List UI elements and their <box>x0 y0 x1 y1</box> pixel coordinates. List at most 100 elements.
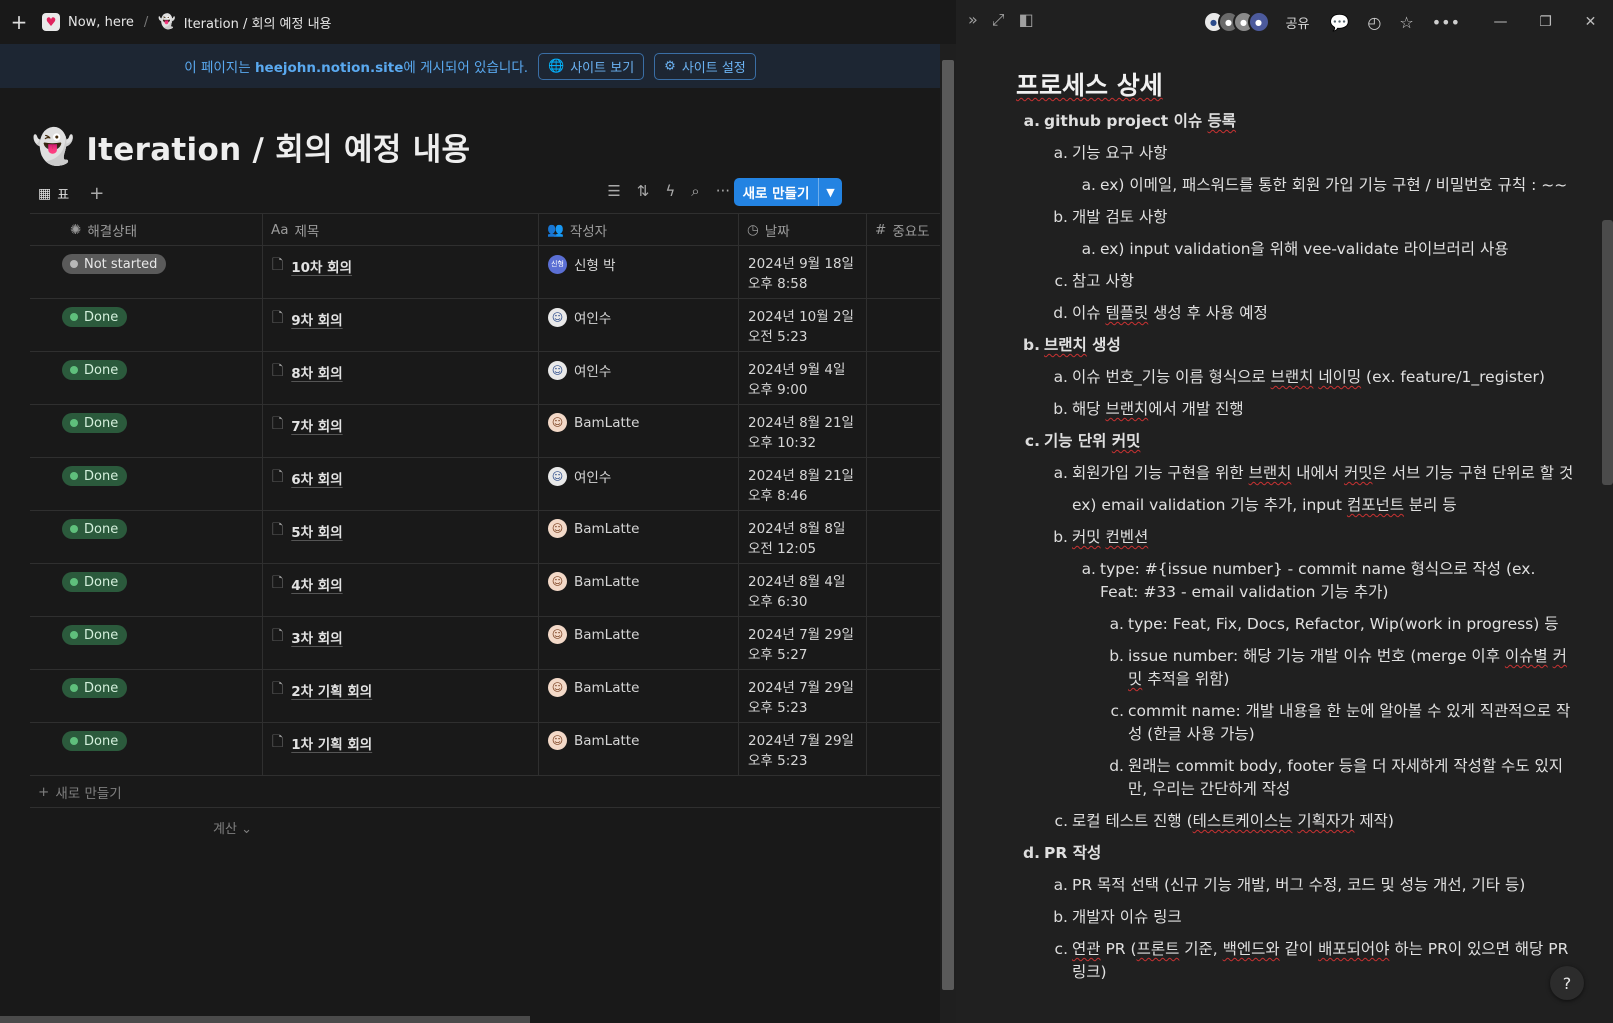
column-status[interactable]: ✺ 해결상태 <box>30 214 263 245</box>
table-row[interactable]: Done 🗋 5차 회의 ☺ BamLatte 2024년 8월 8일 오전 12:05 <box>30 511 940 564</box>
side-peek-icon[interactable]: ◧ <box>1019 10 1034 30</box>
author-cell[interactable]: ☺ BamLatte <box>539 670 739 722</box>
column-title[interactable]: Aa 제목 <box>263 214 539 245</box>
star-icon[interactable]: ☆ <box>1399 13 1413 32</box>
column-priority[interactable]: # 중요도 <box>867 214 940 245</box>
list-item[interactable]: ex) email validation 기능 추가, input 컴포넌트 분… <box>1016 494 1576 517</box>
row-title[interactable]: 3차 회의 <box>291 627 342 647</box>
title-cell[interactable]: 🗋 10차 회의 <box>263 246 539 298</box>
title-cell[interactable]: 🗋 8차 회의 <box>263 352 539 404</box>
horizontal-scrollbar[interactable] <box>0 1016 530 1023</box>
breadcrumb-page[interactable]: Iteration / 회의 예정 내용 <box>184 13 332 32</box>
date-cell[interactable]: 2024년 7월 29일 오후 5:23 <box>739 723 867 775</box>
priority-cell[interactable] <box>867 670 940 722</box>
status-cell[interactable]: Done <box>30 617 263 669</box>
list-item[interactable]: b. 해당 브랜치에서 개발 진행 <box>1016 398 1576 421</box>
calculate-button[interactable]: 계산 ⌄ <box>213 818 252 837</box>
expand-icon[interactable]: ⤢ <box>992 10 1005 30</box>
list-item[interactable]: c. 연관 PR (프론트 기준, 백엔드와 같이 배포되어야 하는 PR이 있으… <box>1016 938 1576 984</box>
view-tab-table[interactable]: ▦ 표 + <box>38 183 104 204</box>
help-button[interactable]: ? <box>1550 966 1584 1000</box>
date-cell[interactable]: 2024년 8월 8일 오전 12:05 <box>739 511 867 563</box>
close-icon[interactable]: ✕ <box>1568 14 1613 30</box>
close-peek-icon[interactable]: » <box>968 10 978 30</box>
row-title[interactable]: 1차 기획 회의 <box>291 733 372 753</box>
list-item[interactable]: c. 로컬 테스트 진행 (테스트케이스는 기획자가 제작) <box>1016 810 1576 833</box>
add-view-icon[interactable]: + <box>89 183 104 204</box>
table-row[interactable]: Done 🗋 9차 회의 ☺ 여인수 2024년 10월 2일 오전 5:23 <box>30 299 940 352</box>
priority-cell[interactable] <box>867 246 940 298</box>
status-cell[interactable]: Done <box>30 670 263 722</box>
row-title[interactable]: 9차 회의 <box>291 309 342 329</box>
automation-icon[interactable]: ϟ <box>665 182 675 200</box>
author-cell[interactable]: ☺ 여인수 <box>539 352 739 404</box>
date-cell[interactable]: 2024년 10월 2일 오전 5:23 <box>739 299 867 351</box>
new-row-button[interactable]: + 새로 만들기 <box>30 776 940 808</box>
author-cell[interactable]: ☺ BamLatte <box>539 405 739 457</box>
list-item[interactable]: b. 커밋 컨벤션 <box>1016 526 1576 549</box>
status-cell[interactable]: Done <box>30 564 263 616</box>
chevron-down-icon[interactable]: ▼ <box>818 178 842 206</box>
vertical-scrollbar[interactable] <box>942 60 954 990</box>
list-item[interactable]: a. PR 목적 선택 (신규 기능 개발, 버그 수정, 코드 및 성능 개선,… <box>1016 874 1576 897</box>
workspace-icon[interactable]: ♥ <box>42 13 60 31</box>
status-cell[interactable]: Done <box>30 723 263 775</box>
status-cell[interactable]: Done <box>30 352 263 404</box>
list-item[interactable]: b. 개발자 이슈 링크 <box>1016 906 1576 929</box>
list-item[interactable]: c. 참고 사항 <box>1016 270 1576 293</box>
doc-heading[interactable]: 프로세스 상세 <box>1016 66 1576 102</box>
minimize-icon[interactable]: — <box>1478 14 1523 30</box>
list-item[interactable]: d. 이슈 템플릿 생성 후 사용 예정 <box>1016 302 1576 325</box>
table-row[interactable]: Done 🗋 6차 회의 ☺ 여인수 2024년 8월 21일 오후 8:46 <box>30 458 940 511</box>
list-item[interactable]: a. ex) 이메일, 패스워드를 통한 회원 가입 기능 구현 / 비밀번호 규… <box>1016 174 1576 197</box>
author-cell[interactable]: 신형 신형 박 <box>539 246 739 298</box>
title-cell[interactable]: 🗋 1차 기획 회의 <box>263 723 539 775</box>
date-cell[interactable]: 2024년 8월 4일 오후 6:30 <box>739 564 867 616</box>
table-row[interactable]: Done 🗋 1차 기획 회의 ☺ BamLatte 2024년 7월 29일 오후 5:… <box>30 723 940 776</box>
priority-cell[interactable] <box>867 723 940 775</box>
sort-icon[interactable]: ⇅ <box>637 182 650 200</box>
priority-cell[interactable] <box>867 511 940 563</box>
column-date[interactable]: ◷ 날짜 <box>739 214 867 245</box>
table-row[interactable]: Done 🗋 4차 회의 ☺ BamLatte 2024년 8월 4일 오후 6:30 <box>30 564 940 617</box>
list-item[interactable]: c. commit name: 개발 내용을 한 눈에 알아볼 수 있게 직관적으… <box>1016 700 1576 746</box>
list-item[interactable]: d. PR 작성 <box>1016 842 1576 865</box>
share-button[interactable]: 공유 <box>1286 13 1310 32</box>
list-item[interactable]: b. 개발 검토 사항 <box>1016 206 1576 229</box>
title-cell[interactable]: 🗋 5차 회의 <box>263 511 539 563</box>
title-cell[interactable]: 🗋 9차 회의 <box>263 299 539 351</box>
list-item[interactable]: a. 기능 요구 사항 <box>1016 142 1576 165</box>
author-cell[interactable]: ☺ 여인수 <box>539 299 739 351</box>
priority-cell[interactable] <box>867 564 940 616</box>
view-site-button[interactable]: 🌐 사이트 보기 <box>538 52 645 80</box>
list-item[interactable]: a. type: #{issue number} - commit name 형식… <box>1016 558 1576 604</box>
date-cell[interactable]: 2024년 7월 29일 오후 5:27 <box>739 617 867 669</box>
title-cell[interactable]: 🗋 3차 회의 <box>263 617 539 669</box>
table-row[interactable]: Done 🗋 2차 기획 회의 ☺ BamLatte 2024년 7월 29일 오후 5:… <box>30 670 940 723</box>
column-author[interactable]: 👥 작성자 <box>539 214 739 245</box>
row-title[interactable]: 2차 기획 회의 <box>291 680 372 700</box>
date-cell[interactable]: 2024년 7월 29일 오후 5:23 <box>739 670 867 722</box>
title-cell[interactable]: 🗋 7차 회의 <box>263 405 539 457</box>
status-cell[interactable]: Done <box>30 405 263 457</box>
site-settings-button[interactable]: ⚙ 사이트 설정 <box>654 52 756 80</box>
priority-cell[interactable] <box>867 458 940 510</box>
row-title[interactable]: 10차 회의 <box>291 256 352 276</box>
author-cell[interactable]: ☺ BamLatte <box>539 617 739 669</box>
status-cell[interactable]: Not started <box>30 246 263 298</box>
maximize-icon[interactable]: ❐ <box>1523 14 1568 30</box>
priority-cell[interactable] <box>867 617 940 669</box>
author-cell[interactable]: ☺ BamLatte <box>539 511 739 563</box>
row-title[interactable]: 4차 회의 <box>291 574 342 594</box>
author-cell[interactable]: ☺ 여인수 <box>539 458 739 510</box>
page-icon[interactable]: 👻 <box>32 127 74 167</box>
list-item[interactable]: a. 회원가입 기능 구현을 위한 브랜치 내에서 커밋은 서브 기능 구현 단위… <box>1016 462 1576 485</box>
search-icon[interactable]: ⌕ <box>691 182 699 200</box>
priority-cell[interactable] <box>867 299 940 351</box>
date-cell[interactable]: 2024년 8월 21일 오후 10:32 <box>739 405 867 457</box>
new-button[interactable]: 새로 만들기 ▼ <box>734 178 842 206</box>
list-item[interactable]: b. issue number: 해당 기능 개발 이슈 번호 (merge 이후… <box>1016 645 1576 691</box>
list-item[interactable]: a. github project 이슈 등록 <box>1016 110 1576 133</box>
title-cell[interactable]: 🗋 2차 기획 회의 <box>263 670 539 722</box>
row-title[interactable]: 8차 회의 <box>291 362 342 382</box>
